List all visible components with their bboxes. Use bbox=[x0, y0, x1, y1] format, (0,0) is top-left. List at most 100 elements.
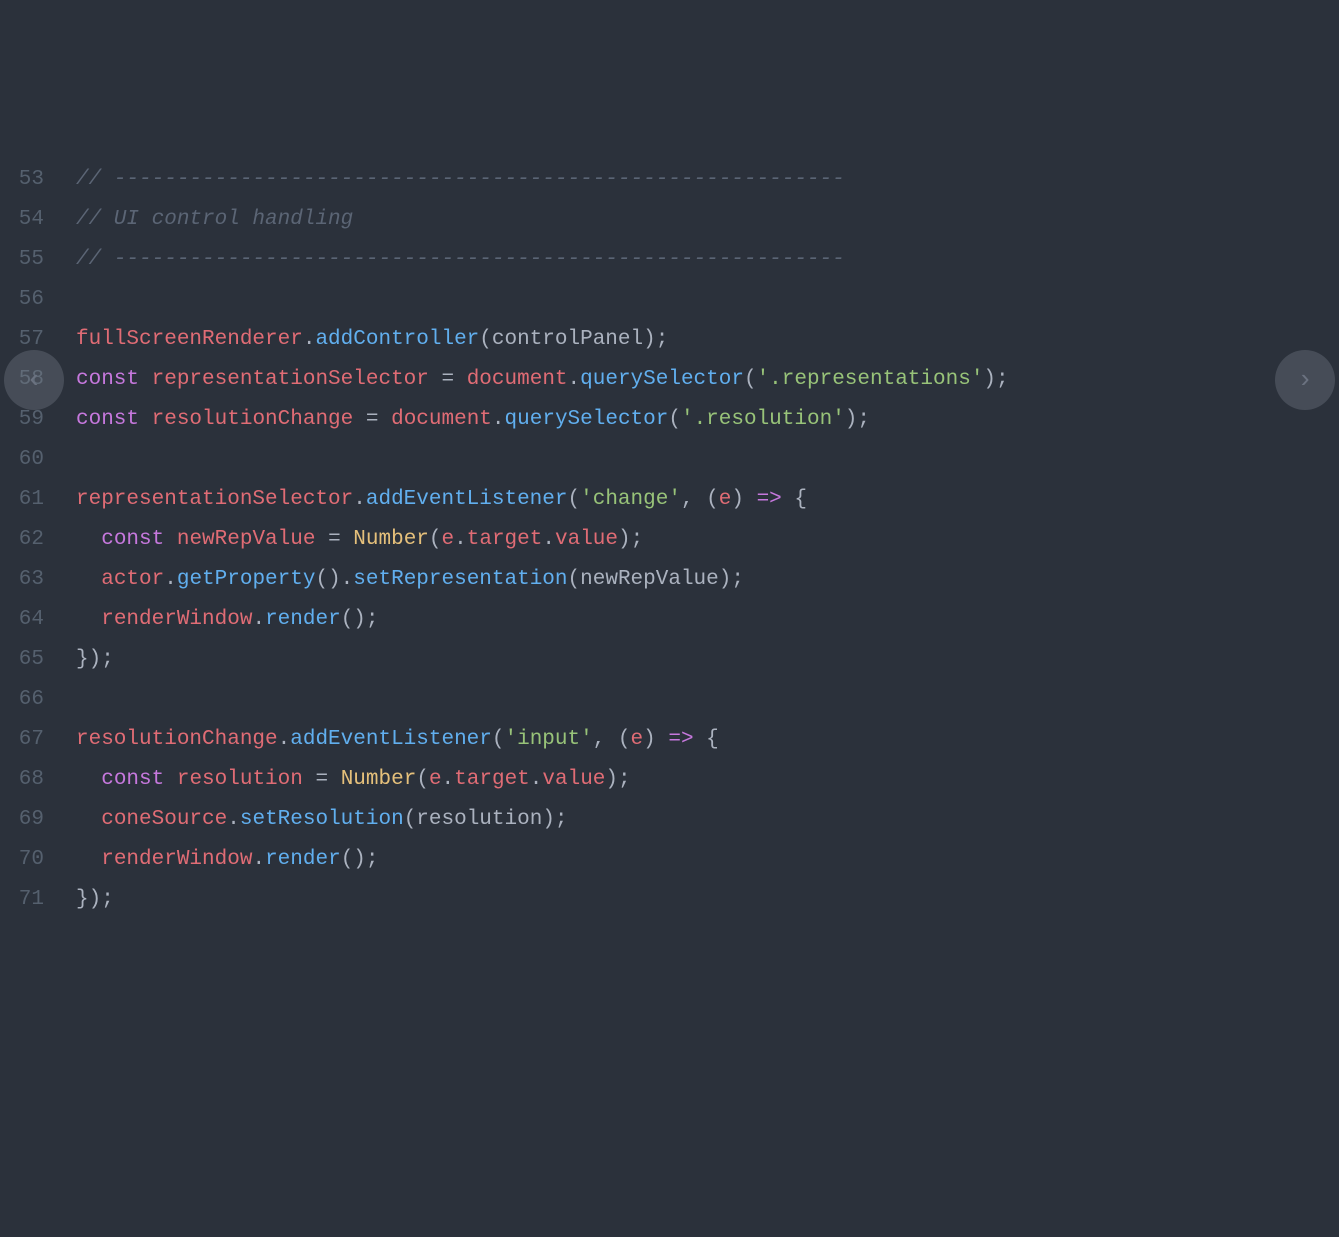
code-token: . bbox=[227, 808, 240, 831]
code-line[interactable]: // -------------------------------------… bbox=[76, 160, 1339, 200]
code-token bbox=[76, 768, 101, 791]
code-token: => bbox=[757, 488, 782, 511]
code-token bbox=[76, 528, 101, 551]
code-token bbox=[328, 768, 341, 791]
code-token: ( bbox=[429, 528, 442, 551]
code-line[interactable]: fullScreenRenderer.addController(control… bbox=[76, 320, 1339, 360]
code-line[interactable]: }); bbox=[76, 880, 1339, 920]
code-token: resolutionChange bbox=[152, 408, 354, 431]
code-token: ); bbox=[618, 528, 643, 551]
code-token: querySelector bbox=[505, 408, 669, 431]
code-token: e bbox=[429, 768, 442, 791]
code-token: ); bbox=[605, 768, 630, 791]
line-number: 54 bbox=[0, 200, 44, 240]
code-token: const bbox=[76, 408, 139, 431]
code-token: newRepValue bbox=[177, 528, 316, 551]
code-line[interactable]: renderWindow.render(); bbox=[76, 840, 1339, 880]
code-token: renderWindow bbox=[101, 608, 252, 631]
code-token: ( bbox=[404, 808, 417, 831]
code-line[interactable]: representationSelector.addEventListener(… bbox=[76, 480, 1339, 520]
line-number: 64 bbox=[0, 600, 44, 640]
line-number: 61 bbox=[0, 480, 44, 520]
code-token: Number bbox=[353, 528, 429, 551]
line-number: 68 bbox=[0, 760, 44, 800]
line-number: 53 bbox=[0, 160, 44, 200]
code-token bbox=[164, 768, 177, 791]
code-token: resolutionChange bbox=[76, 728, 278, 751]
code-token: value bbox=[542, 768, 605, 791]
code-line[interactable] bbox=[76, 680, 1339, 720]
code-token: ( bbox=[416, 768, 429, 791]
code-line[interactable]: resolutionChange.addEventListener('input… bbox=[76, 720, 1339, 760]
code-line[interactable] bbox=[76, 440, 1339, 480]
code-token: ) bbox=[731, 488, 756, 511]
code-token: . bbox=[568, 368, 581, 391]
code-token: ( bbox=[668, 408, 681, 431]
code-token: ); bbox=[643, 328, 668, 351]
code-token: fullScreenRenderer bbox=[76, 328, 303, 351]
code-token: }); bbox=[76, 648, 114, 671]
code-token: target bbox=[467, 528, 543, 551]
code-token bbox=[353, 408, 366, 431]
next-slide-button[interactable]: › bbox=[1275, 350, 1335, 410]
code-line[interactable]: const representationSelector = document.… bbox=[76, 360, 1339, 400]
code-token: ); bbox=[983, 368, 1008, 391]
line-number-gutter: 53545556575859606162636465666768697071 bbox=[0, 160, 58, 917]
line-number: 69 bbox=[0, 800, 44, 840]
code-token: // UI control handling bbox=[76, 208, 353, 231]
code-token: '.resolution' bbox=[681, 408, 845, 431]
code-token: const bbox=[76, 368, 139, 391]
code-line[interactable] bbox=[76, 280, 1339, 320]
code-token: document bbox=[391, 408, 492, 431]
code-token: setResolution bbox=[240, 808, 404, 831]
code-area[interactable]: // -------------------------------------… bbox=[58, 160, 1339, 917]
code-token: resolution bbox=[416, 808, 542, 831]
code-token bbox=[429, 368, 442, 391]
code-token: , ( bbox=[593, 728, 631, 751]
code-token: . bbox=[252, 608, 265, 631]
line-number: 60 bbox=[0, 440, 44, 480]
code-token: document bbox=[467, 368, 568, 391]
code-token: e bbox=[719, 488, 732, 511]
code-token: . bbox=[530, 768, 543, 791]
line-number: 56 bbox=[0, 280, 44, 320]
code-token: ); bbox=[719, 568, 744, 591]
code-token: . bbox=[303, 328, 316, 351]
code-token: (). bbox=[315, 568, 353, 591]
code-token: coneSource bbox=[101, 808, 227, 831]
code-token bbox=[303, 768, 316, 791]
code-line[interactable]: actor.getProperty().setRepresentation(ne… bbox=[76, 560, 1339, 600]
code-token: addEventListener bbox=[290, 728, 492, 751]
code-token bbox=[76, 848, 101, 871]
code-line[interactable]: const resolutionChange = document.queryS… bbox=[76, 400, 1339, 440]
code-token: = bbox=[328, 528, 341, 551]
code-token: . bbox=[454, 528, 467, 551]
code-token: controlPanel bbox=[492, 328, 643, 351]
line-number: 67 bbox=[0, 720, 44, 760]
line-number: 66 bbox=[0, 680, 44, 720]
code-token: ( bbox=[492, 728, 505, 751]
code-token bbox=[139, 408, 152, 431]
code-token: ); bbox=[845, 408, 870, 431]
code-token: ); bbox=[542, 808, 567, 831]
code-token: . bbox=[492, 408, 505, 431]
prev-slide-button[interactable]: ‹ bbox=[4, 350, 64, 410]
code-token: e bbox=[631, 728, 644, 751]
line-number: 71 bbox=[0, 880, 44, 920]
code-line[interactable]: renderWindow.render(); bbox=[76, 600, 1339, 640]
code-token: . bbox=[442, 768, 455, 791]
code-token: . bbox=[278, 728, 291, 751]
code-line[interactable]: const newRepValue = Number(e.target.valu… bbox=[76, 520, 1339, 560]
code-line[interactable]: // -------------------------------------… bbox=[76, 240, 1339, 280]
line-number: 65 bbox=[0, 640, 44, 680]
code-token: value bbox=[555, 528, 618, 551]
code-line[interactable]: }); bbox=[76, 640, 1339, 680]
code-token: { bbox=[782, 488, 807, 511]
code-line[interactable]: coneSource.setResolution(resolution); bbox=[76, 800, 1339, 840]
code-token: . bbox=[252, 848, 265, 871]
code-line[interactable]: const resolution = Number(e.target.value… bbox=[76, 760, 1339, 800]
code-line[interactable]: // UI control handling bbox=[76, 200, 1339, 240]
code-token: 'input' bbox=[505, 728, 593, 751]
code-token bbox=[76, 808, 101, 831]
code-editor[interactable]: 53545556575859606162636465666768697071 /… bbox=[0, 160, 1339, 917]
